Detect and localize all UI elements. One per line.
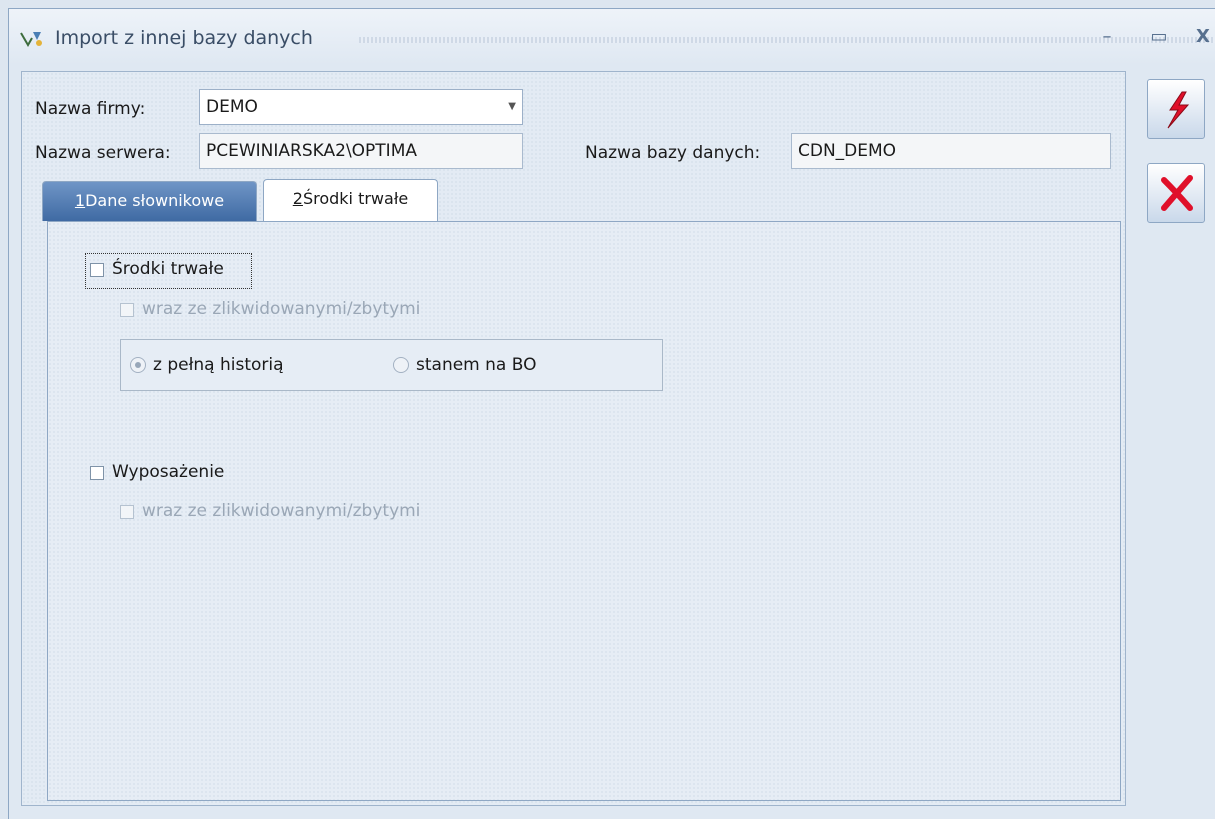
radio-full-history-label[interactable]: z pełną historią (153, 355, 284, 375)
tab-srodki-trwale[interactable]: 2Środki trwałe (263, 179, 438, 223)
cancel-x-icon (1161, 175, 1193, 211)
tab-2-label: Środki trwałe (302, 189, 409, 208)
equipment-liquidated-checkbox[interactable] (120, 505, 134, 519)
fixed-assets-liquidated-checkbox[interactable] (120, 303, 134, 317)
app-icon (20, 32, 42, 47)
server-field[interactable]: PCEWINIARSKA2\OPTIMA (199, 133, 523, 169)
database-field[interactable]: CDN_DEMO (791, 133, 1111, 169)
close-button[interactable]: X (1187, 23, 1215, 51)
radio-bo-state-label[interactable]: stanem na BO (416, 355, 536, 375)
title-bar[interactable]: Import z innej bazy danych – ▭ X (9, 9, 1215, 65)
minimize-button[interactable]: – (1091, 23, 1123, 51)
cancel-button[interactable] (1147, 163, 1205, 223)
import-window: Import z innej bazy danych – ▭ X Nazwa f… (8, 8, 1215, 819)
server-value: PCEWINIARSKA2\OPTIMA (206, 141, 417, 161)
fixed-assets-liquidated-label: wraz ze zlikwidowanymi/zbytymi (142, 299, 421, 319)
minimize-icon: – (1102, 26, 1112, 47)
run-import-button[interactable] (1147, 79, 1205, 139)
equipment-checkbox[interactable] (90, 466, 104, 480)
maximize-button[interactable]: ▭ (1143, 23, 1175, 51)
title-decoration (359, 37, 1215, 43)
company-value: DEMO (206, 97, 258, 117)
equipment-liquidated-label: wraz ze zlikwidowanymi/zbytymi (142, 501, 421, 521)
chevron-down-icon[interactable]: ▼ (508, 90, 516, 124)
radio-full-history[interactable] (130, 357, 146, 373)
radio-bo-state[interactable] (393, 357, 409, 373)
tab-1-label: Dane słownikowe (85, 191, 225, 210)
maximize-icon: ▭ (1150, 26, 1168, 47)
lightning-icon (1167, 91, 1190, 129)
database-label: Nazwa bazy danych: (585, 143, 761, 163)
database-value: CDN_DEMO (798, 141, 897, 161)
server-label: Nazwa serwera: (35, 143, 171, 163)
tab-2-number: 2 (292, 189, 303, 208)
tab-1-number: 1 (74, 191, 86, 210)
company-label: Nazwa firmy: (35, 99, 146, 119)
fixed-assets-label[interactable]: Środki trwałe (112, 259, 224, 279)
equipment-label[interactable]: Wyposażenie (112, 462, 224, 482)
company-combo[interactable]: DEMO ▼ (199, 89, 523, 125)
fixed-assets-checkbox[interactable] (90, 263, 104, 277)
window-title: Import z innej bazy danych (55, 27, 313, 49)
tab-dane-slownikowe[interactable]: 1Dane słownikowe (42, 181, 257, 221)
close-icon: X (1196, 26, 1210, 47)
